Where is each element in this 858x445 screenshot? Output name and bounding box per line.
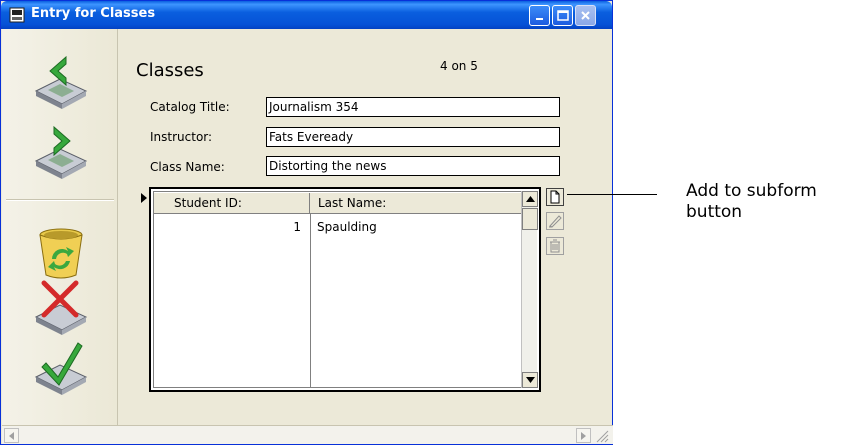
scroll-left-button[interactable] — [4, 428, 19, 443]
column-header-last-name[interactable]: Last Name: — [310, 193, 524, 214]
cell-last-name[interactable]: Spaulding — [317, 220, 377, 234]
delete-from-subform-button[interactable] — [546, 237, 564, 255]
class-name-label: Class Name: — [150, 160, 225, 174]
maximize-button[interactable] — [552, 5, 573, 26]
catalog-title-field[interactable]: Journalism 354 — [266, 97, 560, 117]
close-button[interactable] — [575, 5, 596, 26]
scroll-down-button[interactable] — [522, 372, 538, 388]
scroll-thumb[interactable] — [522, 208, 538, 230]
form-horizontal-scrollbar[interactable] — [2, 425, 613, 444]
form-title: Classes — [136, 60, 204, 81]
record-toolbar — [2, 29, 118, 425]
add-to-subform-button[interactable] — [546, 188, 564, 206]
arrow-left-icon — [9, 432, 14, 440]
form-app-icon — [9, 7, 25, 23]
arrow-down-icon — [526, 377, 535, 383]
minimize-icon — [536, 18, 543, 20]
window-title: Entry for Classes — [31, 6, 156, 21]
current-row-marker-icon — [141, 193, 147, 203]
column-divider — [310, 214, 311, 387]
catalog-title-label: Catalog Title: — [150, 100, 230, 114]
maximize-icon — [557, 10, 569, 21]
callout-label: Add to subform button — [686, 181, 817, 223]
next-record-icon[interactable] — [30, 121, 92, 183]
cancel-icon[interactable] — [30, 277, 92, 339]
cell-student-id[interactable]: 1 — [154, 220, 301, 234]
instructor-label: Instructor: — [150, 130, 213, 144]
scroll-up-button[interactable] — [522, 191, 538, 207]
entry-window: Entry for Classes Classes 4 on 5 Catalog… — [0, 0, 613, 445]
class-name-field[interactable]: Distorting the news — [266, 156, 560, 176]
arrow-right-icon — [581, 432, 586, 440]
close-icon — [581, 11, 590, 20]
toolbar-separator — [6, 199, 114, 201]
instructor-field[interactable]: Fats Eveready — [266, 127, 560, 147]
minimize-button[interactable] — [529, 5, 550, 26]
callout-line — [567, 194, 657, 195]
record-status: 4 on 5 — [440, 59, 478, 73]
scroll-right-button[interactable] — [576, 428, 591, 443]
validate-icon[interactable] — [30, 341, 92, 403]
students-subform[interactable]: Student ID: Last Name: 1 Spaulding — [149, 187, 541, 392]
callout-line-2: button — [686, 202, 743, 222]
subform-list: Student ID: Last Name: 1 Spaulding — [153, 191, 525, 388]
resize-grip-icon[interactable] — [594, 428, 610, 443]
edit-subform-button[interactable] — [546, 212, 564, 230]
title-bar[interactable]: Entry for Classes — [1, 1, 612, 29]
arrow-up-icon — [526, 196, 535, 202]
delete-record-icon[interactable] — [30, 221, 92, 283]
subform-vertical-scrollbar[interactable] — [521, 191, 538, 388]
column-header-student-id[interactable]: Student ID: — [154, 193, 310, 214]
previous-record-icon[interactable] — [30, 51, 92, 113]
callout-line-1: Add to subform — [686, 181, 817, 201]
